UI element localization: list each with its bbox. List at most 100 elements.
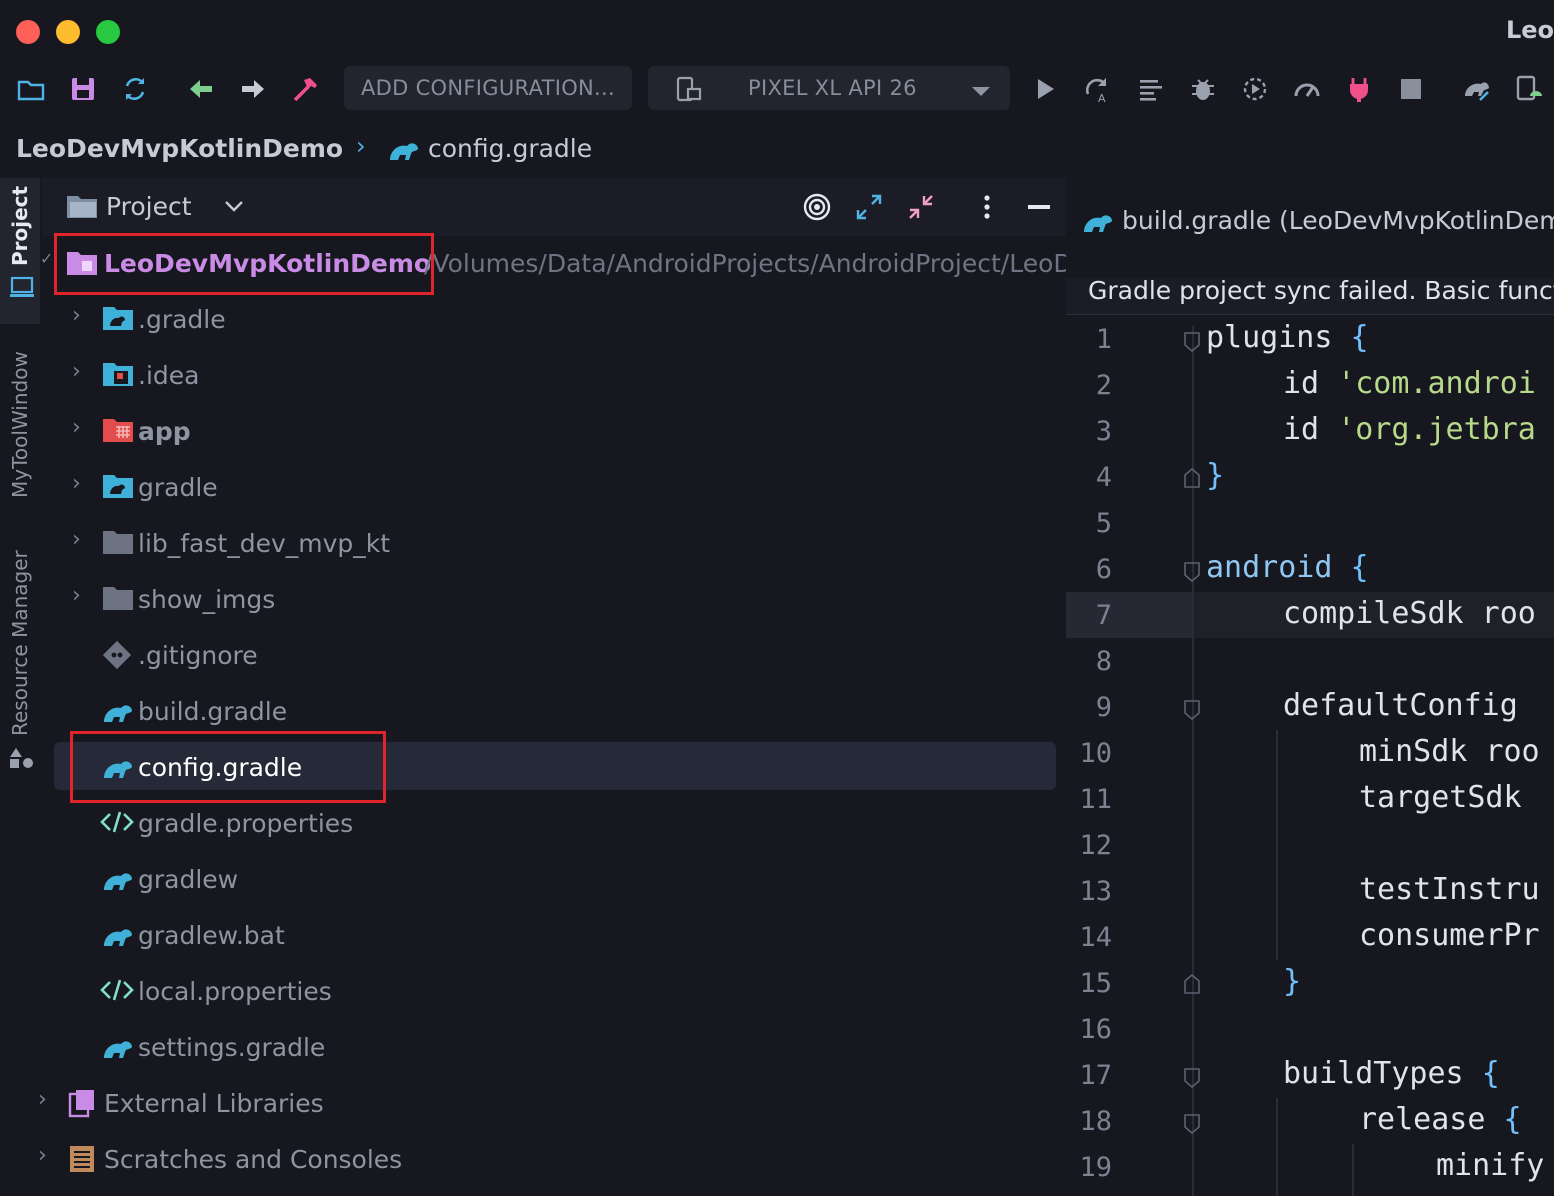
highlight-box-root: [54, 233, 434, 295]
device-selector[interactable]: PIXEL XL API 26: [648, 66, 1010, 110]
code-token: minSdk roo: [1359, 734, 1540, 769]
build-hammer-icon[interactable]: [288, 72, 322, 106]
locate-target-icon[interactable]: [802, 192, 832, 226]
expand-all-icon[interactable]: [854, 192, 884, 226]
save-icon[interactable]: [66, 72, 100, 106]
code-token: compileSdk roo: [1283, 596, 1536, 631]
sync-failed-text: Gradle project sync failed. Basic funct: [1088, 278, 1554, 305]
apply-changes-icon[interactable]: A: [1080, 72, 1114, 106]
library-icon: [68, 1088, 100, 1118]
more-options-icon[interactable]: [972, 192, 1002, 226]
git-file-icon: [102, 640, 134, 670]
editor-tab[interactable]: build.gradle (LeoDevMvpKotlinDem: [1066, 196, 1554, 246]
chevron-down-icon: [970, 80, 992, 104]
code-token: plugins: [1206, 320, 1333, 355]
chevron-down-icon[interactable]: [224, 198, 244, 217]
sync-icon[interactable]: [118, 72, 152, 106]
code-token: {: [1350, 320, 1369, 355]
hide-panel-icon[interactable]: [1024, 192, 1054, 226]
debug-bug-icon[interactable]: [1186, 72, 1220, 106]
minimize-window-button[interactable]: [56, 20, 80, 44]
gradle-elephant-icon: [388, 134, 420, 168]
add-configuration-button[interactable]: ADD CONFIGURATION...: [344, 66, 632, 110]
idea-folder-icon: [102, 360, 134, 390]
logcat-icon[interactable]: [1134, 72, 1168, 106]
tree-item[interactable]: settings.gradle: [54, 1019, 1056, 1075]
line-number: 3: [1095, 416, 1112, 447]
tree-item-label: .gradle: [138, 304, 226, 334]
folder-icon: [102, 584, 134, 614]
run-icon[interactable]: [1028, 72, 1062, 106]
close-window-button[interactable]: [16, 20, 40, 44]
device-label: PIXEL XL API 26: [748, 76, 917, 100]
project-view-title[interactable]: Project: [106, 192, 192, 221]
sync-gradle-icon[interactable]: [1460, 72, 1494, 106]
chevron-right-icon: ›: [38, 1143, 47, 1168]
fold-end-icon: [1184, 974, 1200, 994]
tree-item[interactable]: › show_imgs: [54, 571, 1056, 627]
stop-icon[interactable]: [1394, 72, 1428, 106]
line-number: 2: [1095, 370, 1112, 401]
tab-mytoolwindow[interactable]: MyToolWindow: [8, 351, 32, 498]
line-number: 18: [1079, 1106, 1112, 1137]
code-area[interactable]: plugins { id 'com.androi id 'org.jetbra …: [1200, 320, 1554, 1196]
tree-item-label: Scratches and Consoles: [104, 1144, 403, 1174]
tree-item[interactable]: local.properties: [54, 963, 1056, 1019]
code-token: 'com.androi: [1337, 366, 1536, 401]
code-token: android: [1206, 550, 1333, 585]
profiler-icon[interactable]: [1290, 72, 1324, 106]
tree-item[interactable]: › .idea: [54, 347, 1056, 403]
fold-marker-icon[interactable]: [1184, 332, 1200, 352]
plug-icon[interactable]: [1342, 72, 1376, 106]
tree-item-label: local.properties: [138, 976, 332, 1006]
tab-resource-manager[interactable]: Resource Manager: [8, 550, 32, 736]
line-number: 13: [1079, 876, 1112, 907]
chevron-right-icon: ›: [72, 303, 81, 328]
forward-arrow-icon[interactable]: [236, 72, 270, 106]
breadcrumb-file[interactable]: config.gradle: [428, 134, 592, 163]
breadcrumb-project[interactable]: LeoDevMvpKotlinDemo: [16, 134, 343, 163]
tree-item-external-libraries[interactable]: › External Libraries: [38, 1075, 1056, 1131]
breadcrumb-separator-icon: ›: [356, 132, 366, 160]
project-folder-icon: [66, 192, 98, 224]
fold-marker-icon[interactable]: [1184, 562, 1200, 582]
line-number: 1: [1095, 324, 1112, 355]
tree-item-label: settings.gradle: [138, 1032, 326, 1062]
line-number: 15: [1079, 968, 1112, 999]
open-folder-icon[interactable]: [14, 72, 48, 106]
code-token: release: [1359, 1102, 1486, 1137]
attach-debugger-icon[interactable]: [1238, 72, 1272, 106]
sync-failed-banner: Gradle project sync failed. Basic funct: [1066, 278, 1554, 315]
tree-item[interactable]: › app: [54, 403, 1056, 459]
tree-item[interactable]: gradlew.bat: [54, 907, 1056, 963]
code-token: id: [1283, 412, 1320, 447]
tree-item[interactable]: › .gradle: [54, 291, 1056, 347]
tree-item-label: lib_fast_dev_mvp_kt: [138, 528, 391, 558]
device-manager-icon[interactable]: [1512, 72, 1546, 106]
tree-item-label: gradlew: [138, 864, 239, 894]
gradle-file-icon: [102, 920, 134, 950]
tree-item[interactable]: gradle.properties: [54, 795, 1056, 851]
tree-item-scratches[interactable]: › Scratches and Consoles: [38, 1131, 1056, 1187]
tree-item[interactable]: .gitignore: [54, 627, 1056, 683]
tree-item[interactable]: gradlew: [54, 851, 1056, 907]
back-arrow-icon[interactable]: [184, 72, 218, 106]
title-bar: Leo: [0, 0, 1554, 60]
left-tool-strip: Project MyToolWindow Resource Manager: [0, 178, 40, 1196]
tree-item[interactable]: › gradle: [54, 459, 1056, 515]
line-number: 19: [1079, 1152, 1112, 1183]
tab-project[interactable]: Project: [8, 186, 32, 266]
collapse-all-icon[interactable]: [906, 192, 936, 226]
scratches-icon: [68, 1144, 100, 1174]
zoom-window-button[interactable]: [96, 20, 120, 44]
fold-marker-icon[interactable]: [1184, 1114, 1200, 1134]
fold-marker-icon[interactable]: [1184, 1068, 1200, 1088]
window-title: Leo: [1505, 16, 1554, 44]
line-number: 12: [1079, 830, 1112, 861]
tree-item-label: app: [138, 416, 191, 446]
code-token: {: [1350, 550, 1369, 585]
fold-marker-icon[interactable]: [1184, 700, 1200, 720]
tree-item[interactable]: › lib_fast_dev_mvp_kt: [54, 515, 1056, 571]
code-token: id: [1283, 366, 1320, 401]
chevron-right-icon: ›: [72, 415, 81, 440]
